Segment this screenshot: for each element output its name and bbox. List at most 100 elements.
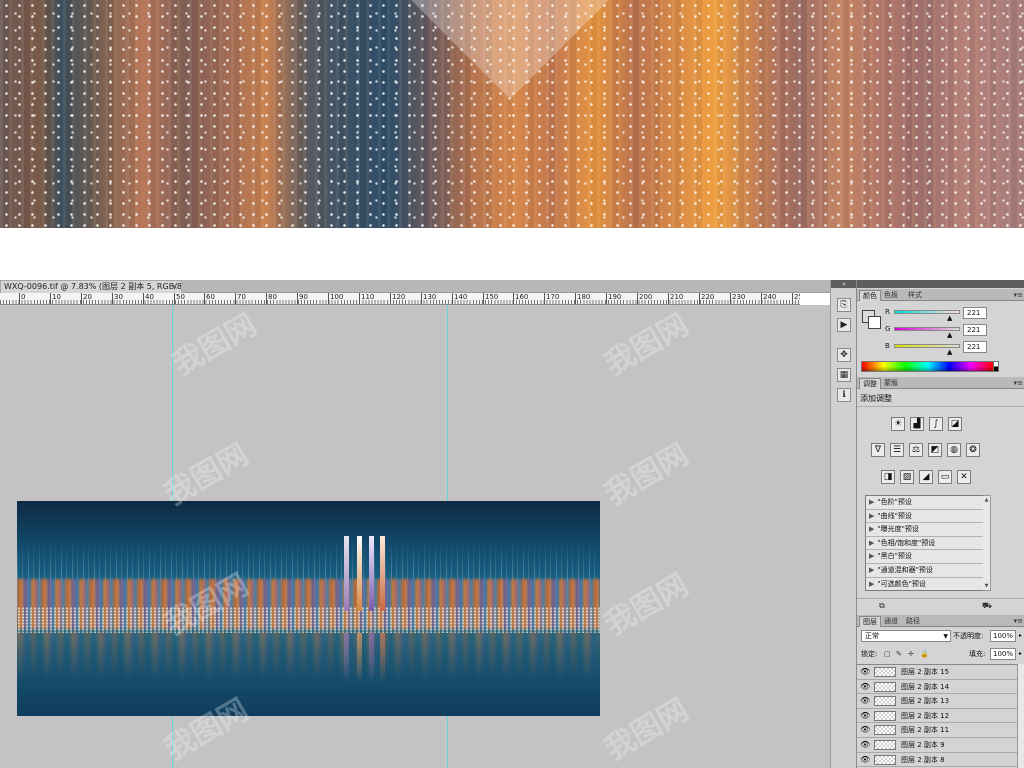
preset-list-item[interactable]: ▶ "黑白"预设 bbox=[866, 550, 990, 564]
threshold-icon[interactable]: ◢ bbox=[919, 470, 933, 484]
layer-name[interactable]: 图层 2 副本 13 bbox=[901, 694, 949, 708]
horizontal-ruler[interactable]: 0 10 20 30 40 50 60 70 80 90 100 110 120 130 140 150 160… bbox=[0, 293, 800, 305]
tab-masks[interactable]: 蒙版 bbox=[881, 378, 901, 389]
lock-image-icon[interactable]: ✎ bbox=[896, 648, 902, 660]
gradient-map-icon[interactable]: ▭ bbox=[938, 470, 952, 484]
panel-column: 颜色 色板 样式 ▾≡ R ▲ 221 G ▲ 221 B ▲ 221 调整 蒙… bbox=[856, 280, 1024, 768]
layer-row[interactable]: 👁 图层 2 副本 15 bbox=[857, 665, 1017, 680]
hue-saturation-icon[interactable]: ☰ bbox=[890, 443, 904, 457]
lock-transparency-icon[interactable]: ▢ bbox=[884, 648, 891, 660]
color-balance-icon[interactable]: ⚖ bbox=[909, 443, 923, 457]
presets-scrollbar[interactable]: ▲ ▼ bbox=[983, 495, 991, 591]
scroll-down-icon[interactable]: ▼ bbox=[983, 583, 990, 589]
channel-mixer-icon[interactable]: ❂ bbox=[966, 443, 980, 457]
channel-b-value[interactable]: 221 bbox=[963, 341, 987, 353]
exposure-icon[interactable]: ◪ bbox=[948, 417, 962, 431]
selective-color-icon[interactable]: ✕ bbox=[957, 470, 971, 484]
layers-list[interactable]: 👁 图层 2 副本 15 👁 图层 2 副本 14 👁 图层 2 副本 13 👁 图层 2 副… bbox=[857, 664, 1017, 768]
black-white-icon[interactable]: ◩ bbox=[928, 443, 942, 457]
opacity-field[interactable]: 100% bbox=[990, 630, 1016, 642]
collapse-panels-icon[interactable]: « bbox=[831, 280, 857, 288]
close-icon[interactable]: × bbox=[171, 281, 178, 293]
expand-arrow-icon[interactable]: ▶ bbox=[869, 525, 874, 533]
layer-row[interactable]: 👁 图层 2 副本 8 bbox=[857, 753, 1017, 768]
ruler-major-tick bbox=[513, 293, 514, 304]
channel-g-value[interactable]: 221 bbox=[963, 324, 987, 336]
panel-menu-icon[interactable]: ▾≡ bbox=[1014, 290, 1023, 300]
preset-list-item[interactable]: ▶ "色阶"预设 bbox=[866, 496, 990, 510]
layers-scrollbar[interactable] bbox=[1017, 664, 1024, 768]
adjustment-presets-list[interactable]: ▶ "色阶"预设 ▶ "曲线"预设 ▶ "曝光度"预设 ▶ "色相/饱和度"预设 ▶ "黑白"预设… bbox=[865, 495, 991, 591]
fill-field[interactable]: 100% bbox=[990, 648, 1016, 660]
visibility-eye-icon[interactable]: 👁 bbox=[860, 725, 870, 735]
layer-name[interactable]: 图层 2 副本 9 bbox=[901, 738, 945, 752]
scroll-up-icon[interactable]: ▲ bbox=[983, 497, 990, 503]
layer-name[interactable]: 图层 2 副本 8 bbox=[901, 753, 945, 767]
tab-channels[interactable]: 通道 bbox=[881, 616, 901, 627]
preset-list-item[interactable]: ▶ "曲线"预设 bbox=[866, 510, 990, 524]
clip-to-layer-icon[interactable]: ⧉ bbox=[879, 601, 885, 611]
expand-arrow-icon[interactable]: ▶ bbox=[869, 498, 874, 506]
layer-name[interactable]: 图层 2 副本 15 bbox=[901, 665, 949, 679]
expand-arrow-icon[interactable]: ▶ bbox=[869, 552, 874, 560]
slider-thumb-icon[interactable]: ▲ bbox=[947, 315, 952, 322]
history-icon[interactable]: ⎘ bbox=[837, 298, 851, 312]
tab-swatches[interactable]: 色板 bbox=[881, 290, 901, 301]
layer-row[interactable]: 👁 图层 2 副本 9 bbox=[857, 738, 1017, 753]
layer-row[interactable]: 👁 图层 2 副本 12 bbox=[857, 709, 1017, 724]
tab-color[interactable]: 颜色 bbox=[859, 290, 881, 301]
layer-name[interactable]: 图层 2 副本 12 bbox=[901, 709, 949, 723]
levels-icon[interactable]: ▟ bbox=[910, 417, 924, 431]
navigator-icon[interactable]: ✥ bbox=[837, 348, 851, 362]
tab-styles[interactable]: 样式 bbox=[905, 290, 925, 301]
layer-row[interactable]: 👁 图层 2 副本 14 bbox=[857, 680, 1017, 695]
panel-menu-icon[interactable]: ▾≡ bbox=[1014, 378, 1023, 388]
layer-row[interactable]: 👁 图层 2 副本 11 bbox=[857, 723, 1017, 738]
document-tab[interactable]: WXQ-0096.tif @ 7.83% (图层 2 副本 5, RGB/8*)… bbox=[0, 280, 182, 293]
document-image[interactable] bbox=[17, 501, 600, 716]
preset-list-item[interactable]: ▶ "曝光度"预设 bbox=[866, 523, 990, 537]
slider-thumb-icon[interactable]: ▲ bbox=[947, 332, 952, 339]
blend-mode-select[interactable]: 正常 ▼ bbox=[861, 630, 951, 642]
expand-arrow-icon[interactable]: ▶ bbox=[869, 566, 874, 574]
histogram-icon[interactable]: ▦ bbox=[837, 368, 851, 382]
layer-name[interactable]: 图层 2 副本 11 bbox=[901, 723, 949, 737]
expand-arrow-icon[interactable]: ▶ bbox=[869, 580, 874, 588]
color-spectrum-bar[interactable] bbox=[861, 361, 994, 372]
posterize-icon[interactable]: ▨ bbox=[900, 470, 914, 484]
visibility-eye-icon[interactable]: 👁 bbox=[860, 696, 870, 706]
brightness-contrast-icon[interactable]: ☀ bbox=[891, 417, 905, 431]
actions-play-icon[interactable]: ▶ bbox=[837, 318, 851, 332]
background-color-swatch[interactable] bbox=[868, 316, 881, 329]
black-white-picker[interactable] bbox=[993, 361, 999, 372]
tab-layers[interactable]: 图层 bbox=[859, 616, 881, 627]
lock-all-icon[interactable]: 🔒 bbox=[920, 648, 929, 660]
preset-list-item[interactable]: ▶ "通道混和器"预设 bbox=[866, 564, 990, 578]
preset-list-item[interactable]: ▶ "色相/饱和度"预设 bbox=[866, 537, 990, 551]
visibility-eye-icon[interactable]: 👁 bbox=[860, 711, 870, 721]
return-to-list-icon[interactable]: ⛟ bbox=[982, 601, 992, 611]
lock-position-icon[interactable]: ✛ bbox=[908, 648, 914, 660]
photo-filter-icon[interactable]: ◍ bbox=[947, 443, 961, 457]
layer-name[interactable]: 图层 2 副本 14 bbox=[901, 680, 949, 694]
invert-icon[interactable]: ◨ bbox=[881, 470, 895, 484]
visibility-eye-icon[interactable]: 👁 bbox=[860, 682, 870, 692]
ruler-tick-label: 240 bbox=[763, 293, 777, 301]
tab-paths[interactable]: 路径 bbox=[903, 616, 923, 627]
opacity-arrow-icon[interactable]: ▸ bbox=[1019, 630, 1022, 642]
vibrance-icon[interactable]: ∇ bbox=[871, 443, 885, 457]
expand-arrow-icon[interactable]: ▶ bbox=[869, 512, 874, 520]
curves-icon[interactable]: ∫ bbox=[929, 417, 943, 431]
layer-row[interactable]: 👁 图层 2 副本 13 bbox=[857, 694, 1017, 709]
visibility-eye-icon[interactable]: 👁 bbox=[860, 667, 870, 677]
panel-menu-icon[interactable]: ▾≡ bbox=[1014, 616, 1023, 626]
visibility-eye-icon[interactable]: 👁 bbox=[860, 755, 870, 765]
slider-thumb-icon[interactable]: ▲ bbox=[947, 349, 952, 356]
preset-list-item[interactable]: ▶ "可选颜色"预设 bbox=[866, 578, 990, 590]
fill-arrow-icon[interactable]: ▸ bbox=[1019, 648, 1022, 660]
expand-arrow-icon[interactable]: ▶ bbox=[869, 539, 874, 547]
visibility-eye-icon[interactable]: 👁 bbox=[860, 740, 870, 750]
channel-r-value[interactable]: 221 bbox=[963, 307, 987, 319]
info-icon[interactable]: ℹ bbox=[837, 388, 851, 402]
tab-adjustments[interactable]: 调整 bbox=[859, 378, 881, 389]
